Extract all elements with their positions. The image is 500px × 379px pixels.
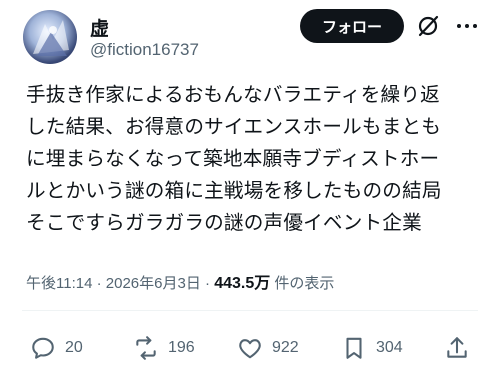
repost-button[interactable]: 196 <box>133 333 195 363</box>
user-handle[interactable]: @fiction16737 <box>90 40 199 60</box>
reply-button[interactable]: 20 <box>30 333 83 363</box>
heart-icon <box>239 339 261 359</box>
follow-button[interactable]: フォロー <box>300 9 404 43</box>
bookmark-button[interactable]: 304 <box>341 333 403 363</box>
avatar-image <box>33 20 69 56</box>
repost-count: 196 <box>168 339 195 356</box>
tweet-time[interactable]: 午後11:14 <box>26 275 92 292</box>
grok-slash-icon[interactable] <box>416 14 440 38</box>
share-icon <box>447 337 467 358</box>
more-dots-icon[interactable] <box>455 14 479 38</box>
like-count: 922 <box>272 339 299 356</box>
divider <box>22 310 478 311</box>
tweet-date[interactable]: 2026年6月3日 <box>106 275 201 292</box>
share-button[interactable] <box>444 333 470 363</box>
bookmark-count: 304 <box>376 339 403 356</box>
reply-count: 20 <box>65 339 83 356</box>
bookmark-icon <box>346 337 362 359</box>
views-count: 443.5万 <box>214 275 271 292</box>
repost-icon <box>136 336 156 360</box>
display-name[interactable]: 虚 <box>90 14 109 41</box>
avatar[interactable] <box>23 10 77 64</box>
meta-separator: · <box>96 275 102 292</box>
reply-icon <box>32 337 54 359</box>
like-button[interactable]: 922 <box>237 333 299 363</box>
views-label: 件の表示 <box>274 275 335 292</box>
meta-separator: · <box>205 275 211 292</box>
tweet-meta: 午後11:14 · 2026年6月3日 · 443.5万 件の表示 <box>26 269 334 293</box>
action-bar: 20 196 922 304 <box>0 333 500 363</box>
tweet-text: 手抜き作家によるおもんなバラエティを繰り返 した結果、お得意のサイエンスホールも… <box>26 83 442 234</box>
